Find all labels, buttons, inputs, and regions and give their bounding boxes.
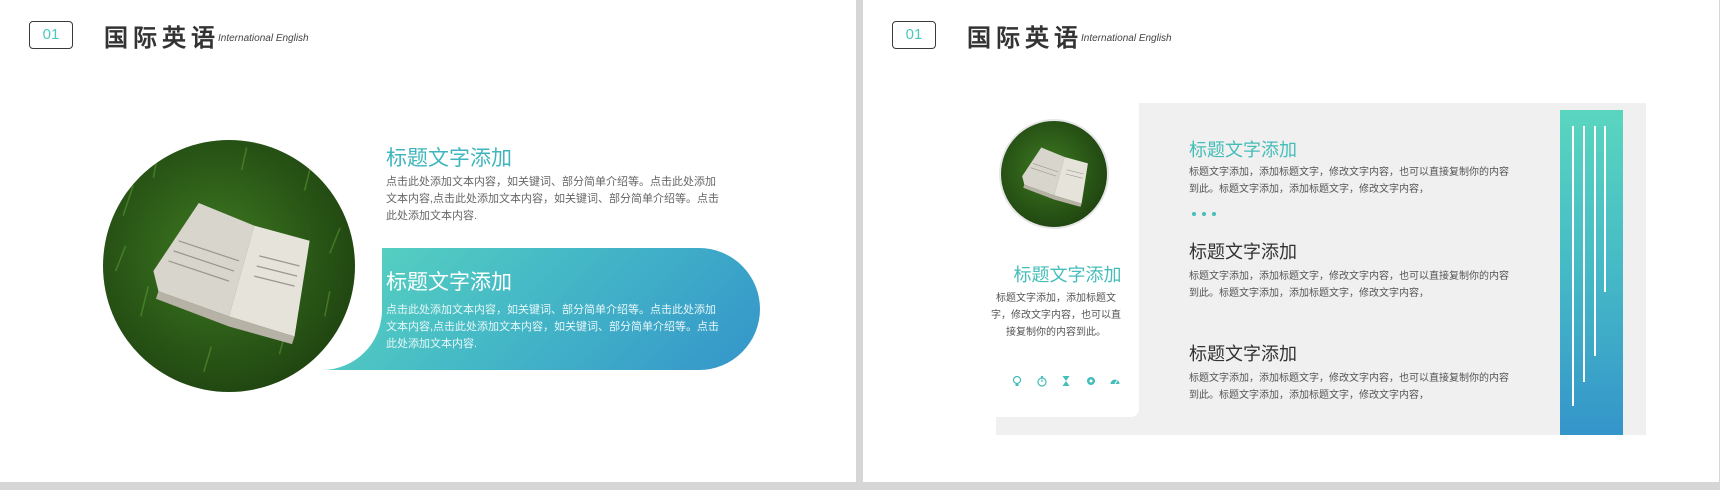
slide-number-badge: 01 xyxy=(29,21,73,49)
left-card-title: 标题文字添加 xyxy=(1013,265,1122,285)
section-3-title: 标题文字添加 xyxy=(1189,344,1297,364)
ellipsis-dots xyxy=(1192,212,1216,216)
section-2-body: 标题文字添加，添加标题文字，修改文字内容，也可以直接复制你的内容到此。标题文字添… xyxy=(1189,271,1509,299)
slide-1[interactable]: 01 国际英语 International English 标题文字添加 点击此… xyxy=(0,0,856,482)
section-3-body: 标题文字添加，添加标题文字，修改文字内容，也可以直接复制你的内容到此。标题文字添… xyxy=(1189,373,1509,401)
bar-line-3 xyxy=(1594,126,1596,356)
section-1-body: 标题文字添加，添加标题文字，修改文字内容，也可以直接复制你的内容到此。标题文字添… xyxy=(1189,167,1509,195)
dashboard-icon xyxy=(1109,375,1121,387)
section-2-title: 标题文字添加 xyxy=(1189,242,1297,262)
stopwatch-icon xyxy=(1036,375,1048,387)
brand-subtitle: International English xyxy=(218,33,309,44)
book-on-grass-photo xyxy=(999,119,1109,229)
feature-icon-row xyxy=(1011,374,1121,388)
decorative-gradient-bar xyxy=(1560,110,1623,435)
section-1-title: 标题文字添加 xyxy=(1189,140,1297,160)
section-1-title: 标题文字添加 xyxy=(386,147,512,170)
bar-line-4 xyxy=(1604,126,1606,292)
section-2-title: 标题文字添加 xyxy=(386,271,512,294)
slide-2[interactable]: 01 国际英语 International English 标题文字添加 标题文… xyxy=(863,0,1719,482)
gear-icon xyxy=(1085,375,1097,387)
section-2-body: 点击此处添加文本内容，如关键词、部分简单介绍等。点击此处添加文本内容,点击此处添… xyxy=(386,304,720,350)
left-card-body: 标题文字添加，添加标题文字，修改文字内容，也可以直接复制你的内容到此。 xyxy=(991,293,1121,338)
brand-title: 国际英语 xyxy=(104,24,220,52)
hourglass-icon xyxy=(1060,375,1072,387)
bar-line-1 xyxy=(1572,126,1574,406)
brand-subtitle: International English xyxy=(1081,33,1172,44)
slide-number-badge: 01 xyxy=(892,21,936,49)
bar-line-2 xyxy=(1583,126,1585,382)
book-on-grass-photo xyxy=(103,140,355,392)
section-1-body: 点击此处添加文本内容，如关键词、部分简单介绍等。点击此处添加文本内容,点击此处添… xyxy=(386,176,720,222)
brand-title: 国际英语 xyxy=(967,24,1083,52)
lightbulb-icon xyxy=(1011,375,1023,387)
